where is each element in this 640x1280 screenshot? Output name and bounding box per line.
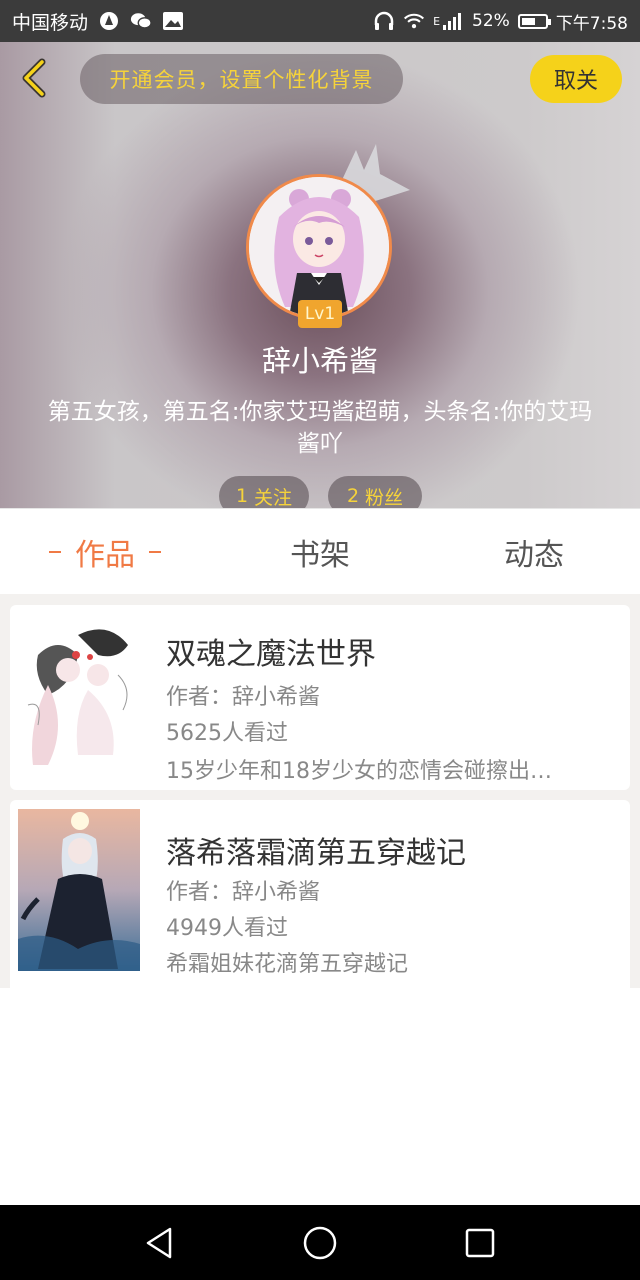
tab-indicator: [149, 551, 161, 553]
wechat-icon: [130, 10, 152, 32]
following-label: 关注: [254, 486, 293, 509]
book-summary: 15岁少年和18岁少女的恋情会碰擦出…: [166, 759, 552, 784]
headphones-icon: [373, 10, 395, 32]
cover-illustration-icon: [18, 615, 140, 777]
book-card[interactable]: 落希落霜滴第五穿越记 作者：辞小希酱 4949人看过 希霜姐妹花滴第五穿越记: [10, 800, 630, 988]
book-author: 作者：辞小希酱: [166, 685, 321, 710]
cover-illustration-icon: [18, 809, 140, 971]
profile-tabs: 作品 书架 动态: [0, 508, 640, 595]
wifi-icon: [403, 10, 425, 32]
fans-count: 2: [346, 485, 360, 507]
vip-background-button[interactable]: 开通会员，设置个性化背景: [80, 54, 403, 104]
nav-recents-button[interactable]: [460, 1223, 500, 1263]
tab-works[interactable]: 作品: [30, 509, 180, 595]
tab-indicator: [49, 551, 61, 553]
clock: 下午7:58: [555, 13, 628, 34]
fans-label: 粉丝: [365, 486, 404, 509]
following-count: 1: [235, 485, 249, 507]
network-type-label: E: [433, 14, 441, 28]
avatar-illustration-icon: [249, 177, 389, 317]
carrier-label: 中国移动: [12, 11, 89, 34]
profile-header: 开通会员，设置个性化背景 取关 Lv1 辞小希酱 第五女孩，第五名:你家艾玛酱超…: [0, 42, 640, 508]
signal-icon: [442, 10, 464, 32]
system-nav-bar: [0, 1205, 640, 1280]
book-card[interactable]: 双魂之魔法世界 作者：辞小希酱 5625人看过 15岁少年和18岁少女的恋情会碰…: [10, 605, 630, 790]
book-author: 作者：辞小希酱: [166, 880, 321, 905]
book-title: 落希落霜滴第五穿越记: [166, 836, 466, 871]
tab-activity[interactable]: 动态: [464, 509, 604, 595]
chevron-left-icon: [22, 58, 46, 98]
gallery-icon: [162, 10, 184, 32]
avatar[interactable]: [246, 174, 392, 320]
tab-works-label: 作品: [75, 538, 135, 573]
tab-bookshelf[interactable]: 书架: [250, 509, 390, 595]
square-recents-icon: [465, 1228, 495, 1258]
book-list: 双魂之魔法世界 作者：辞小希酱 5625人看过 15岁少年和18岁少女的恋情会碰…: [0, 594, 640, 988]
battery-icon: [517, 13, 551, 29]
unfollow-button[interactable]: 取关: [530, 55, 622, 103]
circle-home-icon: [303, 1226, 337, 1260]
tab-bookshelf-label: 书架: [290, 538, 350, 573]
back-button[interactable]: [14, 56, 58, 100]
book-cover: [18, 809, 140, 971]
username: 辞小希酱: [261, 344, 378, 378]
book-cover: [18, 615, 140, 777]
book-views: 5625人看过: [166, 721, 288, 746]
book-title: 双魂之魔法世界: [166, 637, 376, 672]
book-summary: 希霜姐妹花滴第五穿越记: [166, 952, 409, 977]
battery-percent: 52%: [472, 11, 510, 31]
following-button[interactable]: 1 关注: [219, 476, 309, 508]
tab-activity-label: 动态: [504, 538, 564, 573]
book-views: 4949人看过: [166, 916, 288, 941]
app-notification-icon: [98, 10, 120, 32]
triangle-back-icon: [146, 1227, 172, 1259]
fans-button[interactable]: 2 粉丝: [328, 476, 422, 508]
nav-back-button[interactable]: [140, 1223, 180, 1263]
level-badge: Lv1: [298, 300, 342, 328]
user-bio: 第五女孩，第五名:你家艾玛酱超萌，头条名:你的艾玛酱吖: [47, 399, 593, 457]
status-bar: 中国移动 E 52% 下午7:58: [0, 0, 640, 42]
nav-home-button[interactable]: [300, 1223, 340, 1263]
